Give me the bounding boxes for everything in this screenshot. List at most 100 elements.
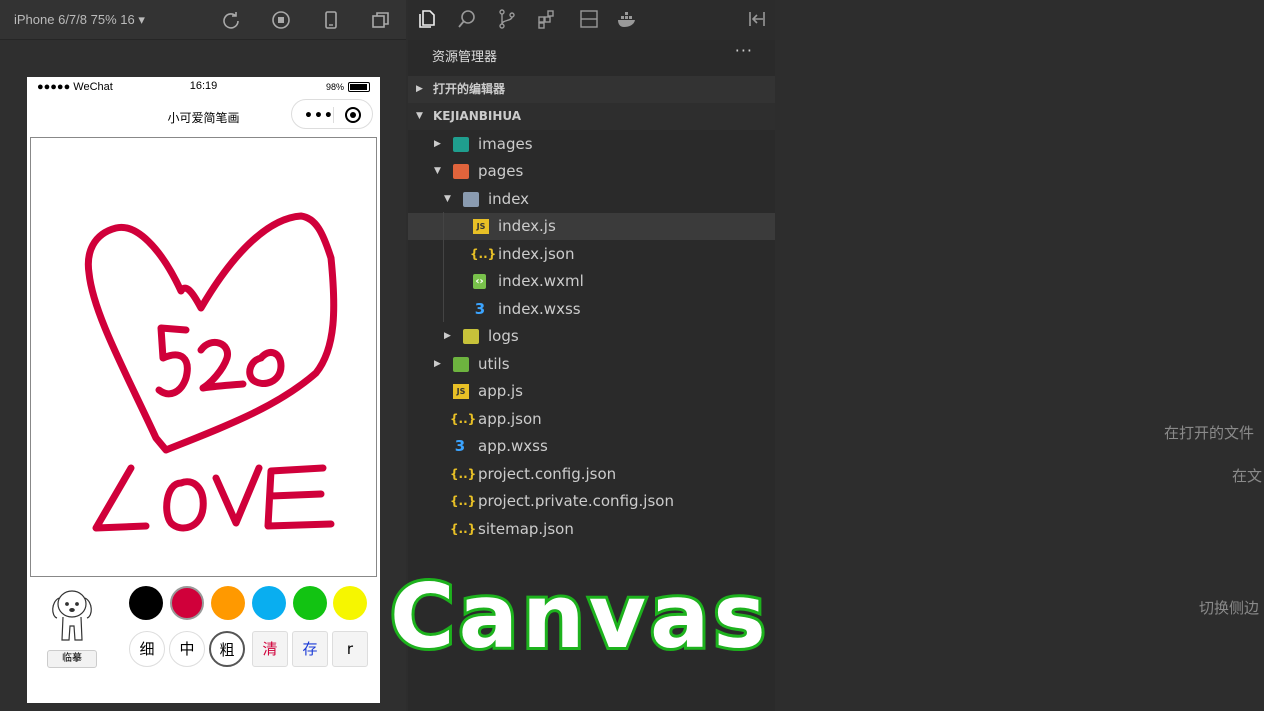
simulator-toolbar: iPhone 6/7/8 75% 16 ▾ <box>0 0 406 40</box>
tree-item-label: app.wxss <box>478 437 548 455</box>
extra-tool-button[interactable]: r <box>332 631 368 667</box>
status-bar: ●●●●● WeChat 16:19 98% <box>27 77 380 97</box>
color-swatch-sky[interactable] <box>252 586 286 620</box>
tree-item-app-json[interactable]: {..} app.json <box>408 406 775 433</box>
menu-capsule[interactable]: ••• <box>291 99 373 129</box>
medium-brush-button[interactable]: 中 <box>169 631 205 667</box>
json-file-icon: {..} <box>450 494 477 508</box>
chevron-down-icon: ▼ <box>416 111 423 121</box>
stop-icon[interactable] <box>271 10 291 30</box>
layout-icon[interactable] <box>578 8 600 30</box>
json-file-icon: {..} <box>470 247 497 261</box>
letter-L-stroke <box>92 464 150 532</box>
folder-icon <box>463 192 479 207</box>
folder-logs-icon <box>463 329 479 344</box>
js-file-icon: JS <box>473 219 489 234</box>
folder-utils-icon <box>453 357 469 372</box>
clear-button[interactable]: 清 <box>252 631 288 667</box>
save-button[interactable]: 存 <box>292 631 328 667</box>
chevron-right-icon: ▶ <box>434 359 441 369</box>
tree-item-label: index <box>488 190 530 208</box>
simulator-panel: iPhone 6/7/8 75% 16 ▾ ●●●●● WeChat 16:19… <box>0 0 406 711</box>
drawing-canvas[interactable] <box>30 137 377 577</box>
editor-hint: 在打开的文件 <box>1164 424 1255 442</box>
json-file-icon: {..} <box>450 467 477 481</box>
tree-item-label: images <box>478 135 533 153</box>
collapse-panel-icon[interactable] <box>746 8 768 30</box>
tree-item-label: logs <box>488 327 519 345</box>
device-selector[interactable]: iPhone 6/7/8 75% 16 ▾ <box>14 12 145 28</box>
json-file-icon: {..} <box>450 412 477 426</box>
extensions-icon[interactable] <box>536 8 558 30</box>
tree-item-index-wxml[interactable]: ‹› index.wxml <box>408 268 775 295</box>
tree-item-project-private-config[interactable]: {..} project.private.config.json <box>408 488 775 515</box>
tree-item-label: project.config.json <box>478 465 617 483</box>
tree-item-label: index.js <box>498 217 556 235</box>
docker-icon[interactable] <box>616 8 638 30</box>
chevron-down-icon: ▼ <box>444 194 451 204</box>
json-file-icon: {..} <box>450 522 477 536</box>
thin-brush-button[interactable]: 细 <box>129 631 165 667</box>
tree-item-index-wxss[interactable]: 3 index.wxss <box>408 296 775 323</box>
tree-item-label: index.json <box>498 245 575 263</box>
color-swatch-yellow[interactable] <box>333 586 367 620</box>
activity-bar <box>408 0 775 40</box>
detach-window-icon[interactable] <box>371 10 391 30</box>
digit-2-stroke <box>197 338 247 392</box>
tree-item-utils[interactable]: ▶ utils <box>408 351 775 378</box>
tree-item-app-js[interactable]: JS app.js <box>408 378 775 405</box>
chevron-right-icon: ▶ <box>444 331 451 341</box>
more-icon[interactable]: ••• <box>304 108 334 124</box>
tree-item-logs[interactable]: ▶ logs <box>408 323 775 350</box>
explorer-title: 资源管理器 <box>432 50 498 65</box>
tree-item-pages[interactable]: ▼ pages <box>408 158 775 185</box>
tree-item-label: sitemap.json <box>478 520 574 538</box>
wxml-file-icon: ‹› <box>473 274 486 289</box>
tree-item-images[interactable]: ▶ images <box>408 131 775 158</box>
overlay-title: Canvas <box>387 562 770 671</box>
drawing-strokes <box>84 212 338 532</box>
editor-hint: 切换侧边 <box>1199 599 1260 617</box>
folder-images-icon <box>453 137 469 152</box>
letter-V-stroke <box>212 464 263 527</box>
tree-indent-guide <box>443 212 444 322</box>
close-target-icon[interactable] <box>345 107 361 123</box>
tree-item-index-json[interactable]: {..} index.json <box>408 241 775 268</box>
js-file-icon: JS <box>453 384 469 399</box>
chevron-right-icon: ▶ <box>434 139 441 149</box>
editor-hint: 在文 <box>1232 467 1263 485</box>
section-open-editors[interactable]: ▶ 打开的编辑器 <box>408 76 775 103</box>
color-swatch-black[interactable] <box>129 586 163 620</box>
tree-item-label: app.js <box>478 382 523 400</box>
wxss-file-icon: 3 <box>454 437 466 455</box>
letter-O-stroke <box>163 478 207 532</box>
dog-sketch-icon[interactable] <box>47 584 97 646</box>
color-swatch-orange[interactable] <box>211 586 245 620</box>
letter-E-stroke <box>264 464 335 530</box>
tree-item-index-folder[interactable]: ▼ index <box>408 186 775 213</box>
digit-0-stroke <box>246 348 285 387</box>
trace-button[interactable]: 临摹 <box>47 650 97 668</box>
phone-icon[interactable] <box>321 10 341 30</box>
phone-screen: ●●●●● WeChat 16:19 98% 小可爱简笔画 ••• 临摹 细 中… <box>27 77 380 703</box>
editor-area: 在打开的文件 在文 切换侧边 <box>777 0 1264 711</box>
section-project[interactable]: ▼ KEJIANBIHUA <box>408 103 775 130</box>
tree-item-label: pages <box>478 162 524 180</box>
tree-item-project-config[interactable]: {..} project.config.json <box>408 461 775 488</box>
tree-item-app-wxss[interactable]: 3 app.wxss <box>408 433 775 460</box>
folder-pages-icon <box>453 164 469 179</box>
tree-item-label: project.private.config.json <box>478 492 674 510</box>
section-label: KEJIANBIHUA <box>433 109 522 123</box>
thick-brush-button[interactable]: 粗 <box>209 631 245 667</box>
color-swatch-green[interactable] <box>293 586 327 620</box>
tree-item-label: app.json <box>478 410 542 428</box>
search-icon[interactable] <box>456 8 478 30</box>
tree-item-sitemap[interactable]: {..} sitemap.json <box>408 516 775 543</box>
files-icon[interactable] <box>416 8 438 30</box>
tree-item-index-js[interactable]: JS index.js <box>408 213 775 240</box>
refresh-icon[interactable] <box>221 10 241 30</box>
color-swatch-crimson[interactable] <box>170 586 204 620</box>
tree-item-label: index.wxml <box>498 272 584 290</box>
source-control-icon[interactable] <box>496 8 518 30</box>
more-actions-icon[interactable]: ··· <box>735 41 753 60</box>
